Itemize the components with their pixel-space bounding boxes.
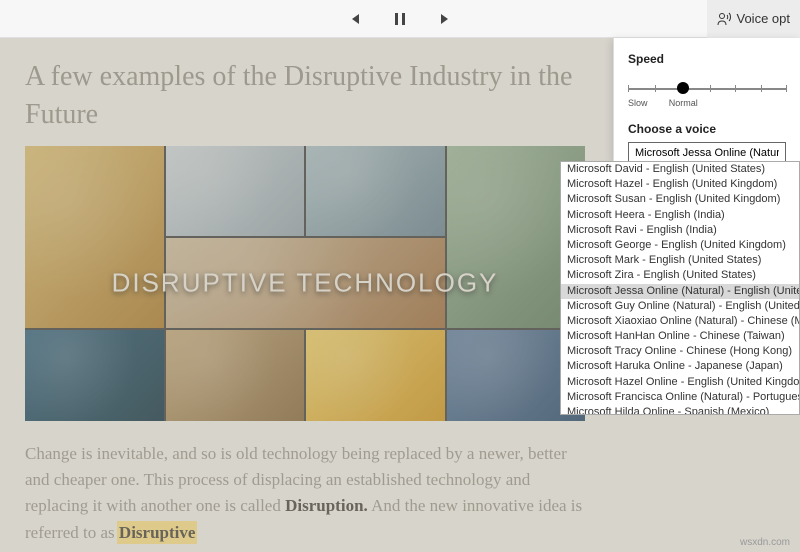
collage-tile bbox=[25, 146, 164, 329]
slider-tick bbox=[655, 85, 656, 92]
voice-option[interactable]: Microsoft Mark - English (United States) bbox=[561, 253, 799, 268]
voice-option[interactable]: Microsoft Hazel Online - English (United… bbox=[561, 375, 799, 390]
voice-option[interactable]: Microsoft Xiaoxiao Online (Natural) - Ch… bbox=[561, 314, 799, 329]
collage-tile bbox=[306, 146, 445, 236]
slider-mid-label: Normal bbox=[669, 98, 698, 108]
voice-icon bbox=[717, 12, 731, 26]
playback-controls bbox=[346, 11, 454, 27]
voice-option[interactable]: Microsoft Zira - English (United States) bbox=[561, 268, 799, 283]
collage-tile bbox=[166, 330, 305, 420]
voice-option[interactable]: Microsoft George - English (United Kingd… bbox=[561, 238, 799, 253]
voice-option[interactable]: Microsoft Heera - English (India) bbox=[561, 208, 799, 223]
voice-dropdown[interactable]: Microsoft David - English (United States… bbox=[560, 161, 800, 415]
pause-button[interactable] bbox=[392, 11, 408, 27]
voice-option[interactable]: Microsoft David - English (United States… bbox=[561, 162, 799, 177]
article-title: A few examples of the Disruptive Industr… bbox=[25, 58, 585, 134]
voice-option[interactable]: Microsoft Tracy Online - Chinese (Hong K… bbox=[561, 344, 799, 359]
slider-min-label: Slow bbox=[628, 98, 648, 108]
slider-tick bbox=[628, 85, 629, 92]
voice-option[interactable]: Microsoft Jessa Online (Natural) - Engli… bbox=[561, 284, 799, 299]
slider-track bbox=[628, 88, 786, 90]
slider-thumb[interactable] bbox=[677, 82, 689, 94]
slider-tick bbox=[761, 85, 762, 92]
collage-tile bbox=[166, 146, 305, 236]
collage-tile bbox=[25, 330, 164, 420]
voice-option[interactable]: Microsoft Ravi - English (India) bbox=[561, 223, 799, 238]
collage-tile bbox=[306, 330, 445, 420]
voice-options-label: Voice opt bbox=[737, 11, 791, 26]
slider-tick bbox=[710, 85, 711, 92]
voice-option[interactable]: Microsoft Guy Online (Natural) - English… bbox=[561, 299, 799, 314]
voice-option[interactable]: Microsoft Susan - English (United Kingdo… bbox=[561, 192, 799, 207]
voice-option[interactable]: Microsoft Haruka Online - Japanese (Japa… bbox=[561, 359, 799, 374]
voice-option[interactable]: Microsoft Hilda Online - Spanish (Mexico… bbox=[561, 405, 799, 415]
slider-tick bbox=[786, 85, 787, 92]
choose-voice-label: Choose a voice bbox=[628, 122, 786, 136]
voice-options-flyout: Speed Slow Normal Choose a voice bbox=[613, 38, 800, 164]
image-collage: DISRUPTIVE TECHNOLOGY bbox=[25, 146, 585, 421]
current-read-word: Disruptive bbox=[119, 523, 196, 542]
next-button[interactable] bbox=[438, 11, 454, 27]
voice-options-button[interactable]: Voice opt bbox=[707, 0, 800, 38]
speed-slider[interactable]: Slow Normal bbox=[628, 78, 786, 112]
playback-toolbar: Voice opt bbox=[0, 0, 800, 38]
body-bold: Disruption. bbox=[285, 496, 368, 515]
voice-option[interactable]: Microsoft Hazel - English (United Kingdo… bbox=[561, 177, 799, 192]
article-body: Change is inevitable, and so is old tech… bbox=[25, 441, 585, 546]
slider-tick bbox=[735, 85, 736, 92]
previous-button[interactable] bbox=[346, 11, 362, 27]
speed-label: Speed bbox=[628, 52, 786, 66]
voice-option[interactable]: Microsoft Francisca Online (Natural) - P… bbox=[561, 390, 799, 405]
collage-tile bbox=[166, 238, 445, 328]
voice-option[interactable]: Microsoft HanHan Online - Chinese (Taiwa… bbox=[561, 329, 799, 344]
watermark: wsxdn.com bbox=[740, 537, 790, 548]
